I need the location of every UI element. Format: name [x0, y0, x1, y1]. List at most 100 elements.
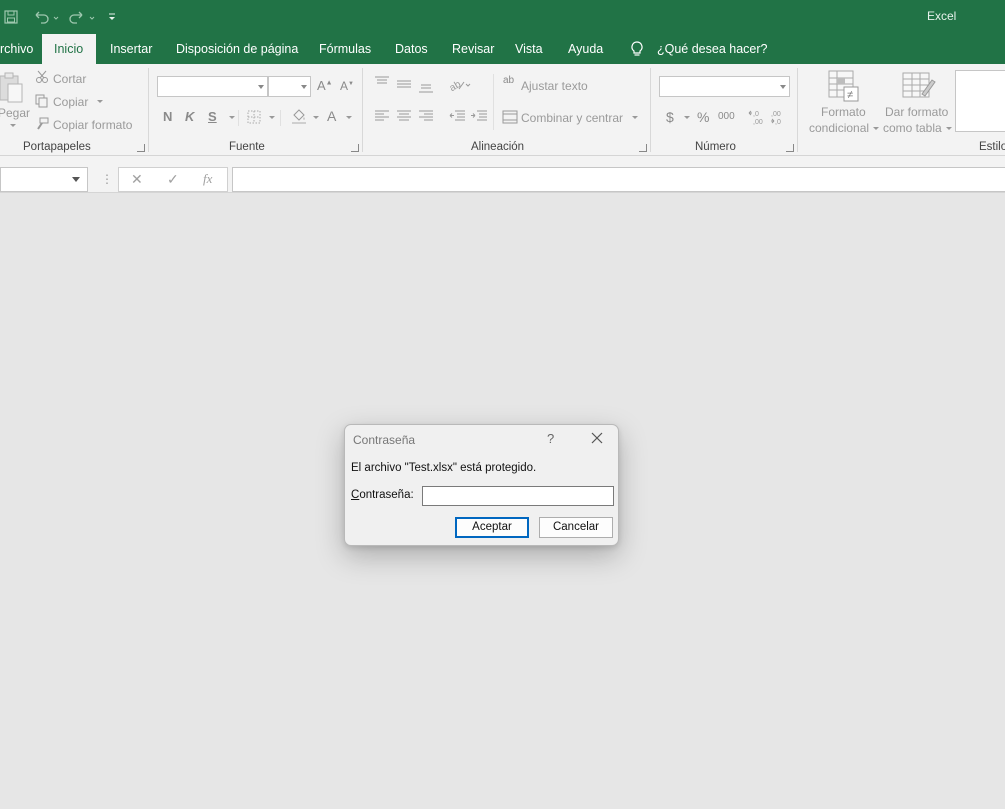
italic-button[interactable]: K — [185, 109, 194, 124]
insert-function-icon[interactable]: fx — [203, 171, 212, 187]
underline-dropdown-icon[interactable] — [225, 109, 235, 124]
increase-decimal-icon[interactable]: ,0,00 — [748, 109, 766, 128]
format-as-table-icon[interactable] — [902, 70, 936, 105]
cancel-entry-icon[interactable]: ✕ — [131, 171, 143, 188]
font-size-combo[interactable] — [268, 76, 311, 97]
underline-button[interactable]: S — [208, 109, 217, 124]
mini-divider — [238, 110, 239, 126]
svg-text:,0: ,0 — [753, 111, 759, 118]
paste-dropdown-icon[interactable] — [6, 120, 16, 130]
paste-icon[interactable] — [0, 72, 26, 109]
format-table-label-1[interactable]: Dar formato — [885, 105, 948, 119]
format-painter-label[interactable]: Copiar formato — [53, 118, 132, 132]
fill-color-dropdown-icon[interactable] — [309, 109, 319, 124]
alignment-group-label: Alineación — [471, 141, 525, 153]
format-table-label-2[interactable]: como tabla — [883, 121, 952, 135]
dialog-title: Contraseña — [353, 433, 416, 447]
currency-button[interactable]: $ — [666, 109, 674, 125]
styles-group-label: Estilos — [979, 141, 1005, 153]
align-bottom-icon[interactable] — [418, 81, 434, 96]
cut-label[interactable]: Cortar — [53, 72, 86, 86]
name-box-dropdown-icon[interactable] — [72, 177, 80, 182]
scissors-icon[interactable] — [35, 70, 49, 87]
tab-vista[interactable]: Vista — [515, 34, 543, 64]
tab-datos[interactable]: Datos — [395, 34, 428, 64]
save-icon[interactable] — [0, 6, 22, 28]
password-input[interactable] — [422, 486, 614, 506]
align-left-icon[interactable] — [374, 110, 390, 125]
thousands-button[interactable]: 000 — [718, 111, 735, 122]
format-painter-icon[interactable] — [35, 117, 49, 134]
tab-inicio[interactable]: Inicio — [42, 34, 96, 64]
ok-button[interactable]: Aceptar — [455, 517, 529, 538]
tab-archivo[interactable]: rchivo — [0, 34, 33, 64]
font-name-combo[interactable] — [157, 76, 268, 97]
align-middle-icon[interactable] — [396, 79, 412, 94]
font-color-button[interactable]: A — [327, 108, 336, 124]
align-top-icon[interactable] — [374, 76, 390, 91]
percent-button[interactable]: % — [697, 109, 709, 125]
decrease-decimal-icon[interactable]: ,00,0 — [770, 109, 788, 128]
group-divider — [650, 68, 651, 152]
bold-button[interactable]: N — [163, 109, 172, 124]
customize-qat-icon[interactable] — [104, 6, 120, 28]
tab-ayuda[interactable]: Ayuda — [568, 34, 603, 64]
conditional-format-label-2[interactable]: condicional — [809, 121, 880, 135]
shrink-font-button[interactable]: A▼ — [340, 79, 354, 93]
tab-insertar[interactable]: Insertar — [110, 34, 152, 64]
formula-buttons: ✕ ✓ fx — [118, 167, 228, 192]
font-color-dropdown-icon[interactable] — [342, 109, 352, 124]
mini-divider — [493, 74, 494, 130]
tab-formulas[interactable]: Fórmulas — [319, 34, 371, 64]
close-icon[interactable] — [590, 431, 604, 445]
cancel-button[interactable]: Cancelar — [539, 517, 613, 538]
orientation-icon[interactable]: ab — [448, 77, 471, 94]
cell-styles-gallery[interactable] — [955, 70, 1005, 132]
tell-me-search[interactable]: ¿Qué desea hacer? — [657, 34, 768, 64]
svg-text:ab: ab — [449, 79, 463, 91]
formula-bar-grip-icon[interactable]: ⋮ — [101, 173, 113, 185]
number-format-combo[interactable] — [659, 76, 790, 97]
copy-dropdown-icon[interactable] — [93, 93, 103, 108]
merge-center-icon[interactable] — [502, 110, 518, 127]
number-launcher-icon[interactable] — [786, 144, 794, 152]
lightbulb-icon[interactable] — [629, 40, 645, 58]
font-launcher-icon[interactable] — [351, 144, 359, 152]
title-bar: Excel — [0, 0, 1005, 34]
tab-revisar[interactable]: Revisar — [452, 34, 494, 64]
align-center-icon[interactable] — [396, 110, 412, 125]
merge-center-dropdown-icon[interactable] — [628, 109, 638, 124]
copy-icon[interactable] — [35, 94, 49, 111]
ribbon-tabs: rchivo Inicio Insertar Disposición de pá… — [0, 34, 1005, 64]
conditional-format-icon[interactable]: ≠ — [828, 70, 860, 105]
conditional-format-label-1[interactable]: Formato — [821, 105, 866, 119]
name-box[interactable] — [0, 167, 88, 192]
decrease-indent-icon[interactable] — [448, 110, 466, 125]
confirm-entry-icon[interactable]: ✓ — [167, 171, 179, 188]
align-right-icon[interactable] — [418, 110, 434, 125]
merge-center-label[interactable]: Combinar y centrar — [521, 111, 623, 125]
increase-indent-icon[interactable] — [470, 110, 488, 125]
borders-icon[interactable] — [247, 110, 261, 127]
wrap-text-label[interactable]: Ajustar texto — [521, 79, 588, 93]
formula-input[interactable] — [232, 167, 1005, 192]
fill-color-icon[interactable] — [291, 108, 307, 127]
paste-label[interactable]: Pegar — [0, 106, 30, 120]
ribbon: Pegar Cortar Copiar Copiar formato Porta… — [0, 64, 1005, 156]
formula-bar: ⋮ ✕ ✓ fx — [0, 156, 1005, 193]
tab-disposicion[interactable]: Disposición de página — [176, 34, 298, 64]
alignment-launcher-icon[interactable] — [639, 144, 647, 152]
currency-dropdown-icon[interactable] — [680, 109, 690, 124]
grow-font-button[interactable]: A▲ — [317, 78, 333, 93]
redo-icon[interactable] — [66, 6, 102, 28]
svg-text:,00: ,00 — [753, 119, 763, 125]
copy-label[interactable]: Copiar — [53, 95, 88, 109]
protected-message: El archivo "Test.xlsx" está protegido. — [351, 462, 537, 474]
group-divider — [797, 68, 798, 152]
help-icon[interactable]: ? — [547, 431, 554, 446]
clipboard-launcher-icon[interactable] — [137, 144, 145, 152]
undo-icon[interactable] — [30, 6, 66, 28]
borders-dropdown-icon[interactable] — [265, 109, 275, 124]
quick-access-toolbar — [0, 6, 120, 28]
wrap-text-icon[interactable]: ab — [503, 76, 514, 86]
